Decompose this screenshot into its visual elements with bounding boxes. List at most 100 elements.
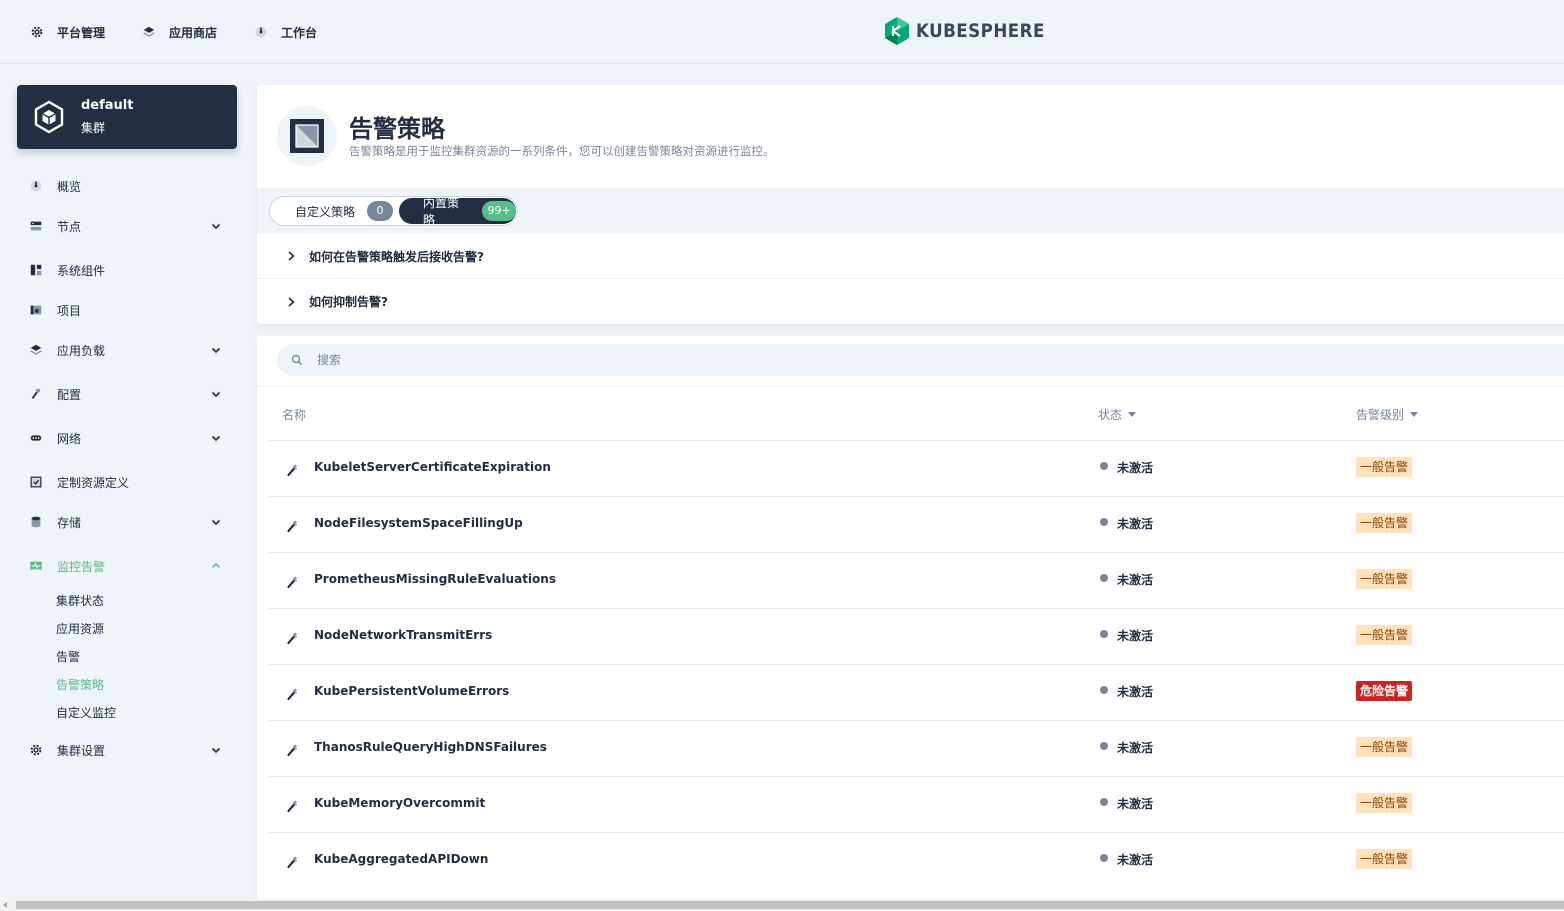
policy-name-link[interactable]: ThanosRuleQueryHighDNSFailures — [314, 740, 547, 754]
wrench-icon — [285, 685, 301, 701]
sidebar-item-storage[interactable]: 存储 — [28, 512, 228, 532]
policy-type-tabs: 自定义策略 0 内置策略 99+ — [269, 196, 518, 227]
table-row[interactable]: NodeFilesystemSpaceFillingUp 未激活 一般告警 — [269, 496, 1564, 552]
table-row[interactable]: KubeAggregatedAPIDown 未激活 一般告警 — [269, 832, 1564, 888]
table-row[interactable]: ThanosRuleQueryHighDNSFailures 未激活 一般告警 — [269, 720, 1564, 776]
database-icon — [28, 514, 44, 530]
policy-name-link[interactable]: NodeNetworkTransmitErrs — [314, 628, 492, 642]
scroll-left-arrow-icon[interactable] — [3, 902, 7, 908]
policy-list-panel: 名称 状态 告警级别 KubeletServerCertificateExpir… — [257, 336, 1564, 911]
cluster-type: 集群 — [81, 121, 106, 135]
sidebar-item-label: 定制资源定义 — [57, 475, 130, 490]
status-text: 未激活 — [1117, 741, 1154, 755]
tab-builtin-policies[interactable]: 内置策略 99+ — [399, 196, 516, 227]
sidebar-item-cluster-settings[interactable]: 集群设置 — [28, 740, 228, 760]
gear-icon — [28, 742, 44, 758]
cluster-selector[interactable]: default 集群 — [17, 85, 237, 149]
chevron-down-icon[interactable] — [210, 516, 222, 528]
policy-name-link[interactable]: KubePersistentVolumeErrors — [314, 684, 509, 698]
chevron-down-icon[interactable] — [210, 432, 222, 444]
sidebar-subitem-alerts[interactable]: 告警 — [56, 649, 80, 665]
sidebar-item-label: 节点 — [57, 219, 82, 234]
dashboard-icon — [253, 24, 269, 40]
status-dot — [1100, 798, 1108, 806]
status-dot — [1100, 630, 1108, 638]
severity-badge: 一般告警 — [1356, 849, 1413, 869]
policy-name-link[interactable]: KubeMemoryOvercommit — [314, 796, 485, 810]
tab-custom-policies[interactable]: 自定义策略 0 — [271, 198, 397, 224]
chevron-down-icon[interactable] — [210, 344, 222, 356]
nav-app-store[interactable]: 应用商店 — [141, 22, 217, 42]
page-title: 告警策略 — [349, 115, 445, 143]
status-text: 未激活 — [1117, 573, 1154, 587]
top-navigation-bar: 平台管理 应用商店 工作台 KUBESPHERE — [0, 0, 1564, 64]
logo-text: KUBESPHERE — [916, 20, 1045, 42]
tab-label: 自定义策略 — [295, 204, 356, 219]
chevron-down-icon[interactable] — [210, 220, 222, 232]
sidebar-item-crd[interactable]: 定制资源定义 — [28, 472, 228, 492]
sidebar-subitem-custom-monitoring[interactable]: 自定义监控 — [56, 705, 116, 721]
search-input[interactable] — [317, 353, 917, 367]
layers-icon — [28, 342, 44, 358]
severity-badge: 一般告警 — [1356, 457, 1413, 477]
sidebar-item-monitoring-alerting[interactable]: 监控告警 — [28, 556, 228, 576]
policy-name-link[interactable]: PrometheusMissingRuleEvaluations — [314, 572, 556, 586]
caret-down-icon — [1410, 412, 1419, 417]
sidebar-item-projects[interactable]: 项目 — [28, 300, 228, 320]
table-row[interactable]: PrometheusMissingRuleEvaluations 未激活 一般告警 — [269, 552, 1564, 608]
wrench-icon — [285, 853, 301, 869]
chevron-down-icon[interactable] — [210, 744, 222, 756]
status-dot — [1100, 462, 1108, 470]
kubesphere-logo-icon — [885, 17, 909, 45]
sidebar-item-nodes[interactable]: 节点 — [28, 216, 228, 236]
column-header-status[interactable]: 状态 — [1098, 406, 1137, 423]
server-icon — [28, 218, 44, 234]
horizontal-scrollbar[interactable] — [0, 899, 1564, 911]
sidebar-item-overview[interactable]: 概览 — [28, 176, 228, 196]
nav-app-store-label: 应用商店 — [169, 25, 218, 40]
sidebar-item-label: 监控告警 — [57, 559, 106, 574]
wrench-icon — [285, 573, 301, 589]
sidebar-subitem-cluster-status[interactable]: 集群状态 — [56, 593, 104, 609]
table-row[interactable]: NodeNetworkTransmitErrs 未激活 一般告警 — [269, 608, 1564, 664]
faq-label: 如何抑制告警? — [309, 295, 388, 309]
policy-name-link[interactable]: KubeletServerCertificateExpiration — [314, 460, 551, 474]
chevron-down-icon[interactable] — [210, 388, 222, 400]
scrollbar-thumb[interactable] — [16, 901, 1564, 909]
status-text: 未激活 — [1117, 461, 1154, 475]
severity-badge: 危险告警 — [1356, 681, 1413, 701]
table-row[interactable]: KubeMemoryOvercommit 未激活 一般告警 — [269, 776, 1564, 832]
sidebar-item-label: 应用负载 — [57, 343, 106, 358]
nav-workbench[interactable]: 工作台 — [253, 22, 317, 42]
network-icon — [28, 430, 44, 446]
monitor-icon — [28, 558, 44, 574]
sidebar-item-system-components[interactable]: 系统组件 — [28, 260, 228, 280]
chevron-right-icon — [288, 296, 295, 307]
sidebar-item-network[interactable]: 网络 — [28, 428, 228, 448]
faq-receive-alerts[interactable]: 如何在告警策略触发后接收告警? — [257, 234, 1564, 279]
sidebar-subitem-alerting-policies[interactable]: 告警策略 — [56, 677, 104, 693]
sidebar-item-label: 网络 — [57, 431, 82, 446]
sidebar-subitem-app-resources[interactable]: 应用资源 — [56, 621, 104, 637]
search-bar[interactable] — [277, 344, 1564, 376]
chevron-up-icon[interactable] — [210, 560, 222, 572]
nav-platform-management[interactable]: 平台管理 — [29, 22, 105, 42]
sidebar-item-app-workloads[interactable]: 应用负载 — [28, 340, 228, 360]
wrench-icon — [285, 797, 301, 813]
faq-label: 如何在告警策略触发后接收告警? — [309, 249, 484, 264]
sidebar-item-label: 系统组件 — [57, 263, 106, 278]
table-row[interactable]: KubePersistentVolumeErrors 未激活 危险告警 — [269, 664, 1564, 720]
divider — [257, 386, 1564, 387]
cluster-name: default — [81, 98, 134, 113]
status-dot — [1100, 742, 1108, 750]
table-row[interactable]: KubeletServerCertificateExpiration 未激活 一般告… — [269, 440, 1564, 496]
column-header-severity[interactable]: 告警级别 — [1356, 406, 1419, 423]
policy-name-link[interactable]: NodeFilesystemSpaceFillingUp — [314, 516, 523, 530]
policy-name-link[interactable]: KubeAggregatedAPIDown — [314, 852, 488, 866]
sidebar-item-configuration[interactable]: 配置 — [28, 384, 228, 404]
wrench-icon — [285, 629, 301, 645]
kubesphere-logo[interactable]: KUBESPHERE — [884, 16, 1062, 46]
chevron-right-icon — [288, 251, 295, 261]
wrench-icon — [285, 517, 301, 533]
faq-suppress-alerts[interactable]: 如何抑制告警? — [257, 279, 1564, 324]
